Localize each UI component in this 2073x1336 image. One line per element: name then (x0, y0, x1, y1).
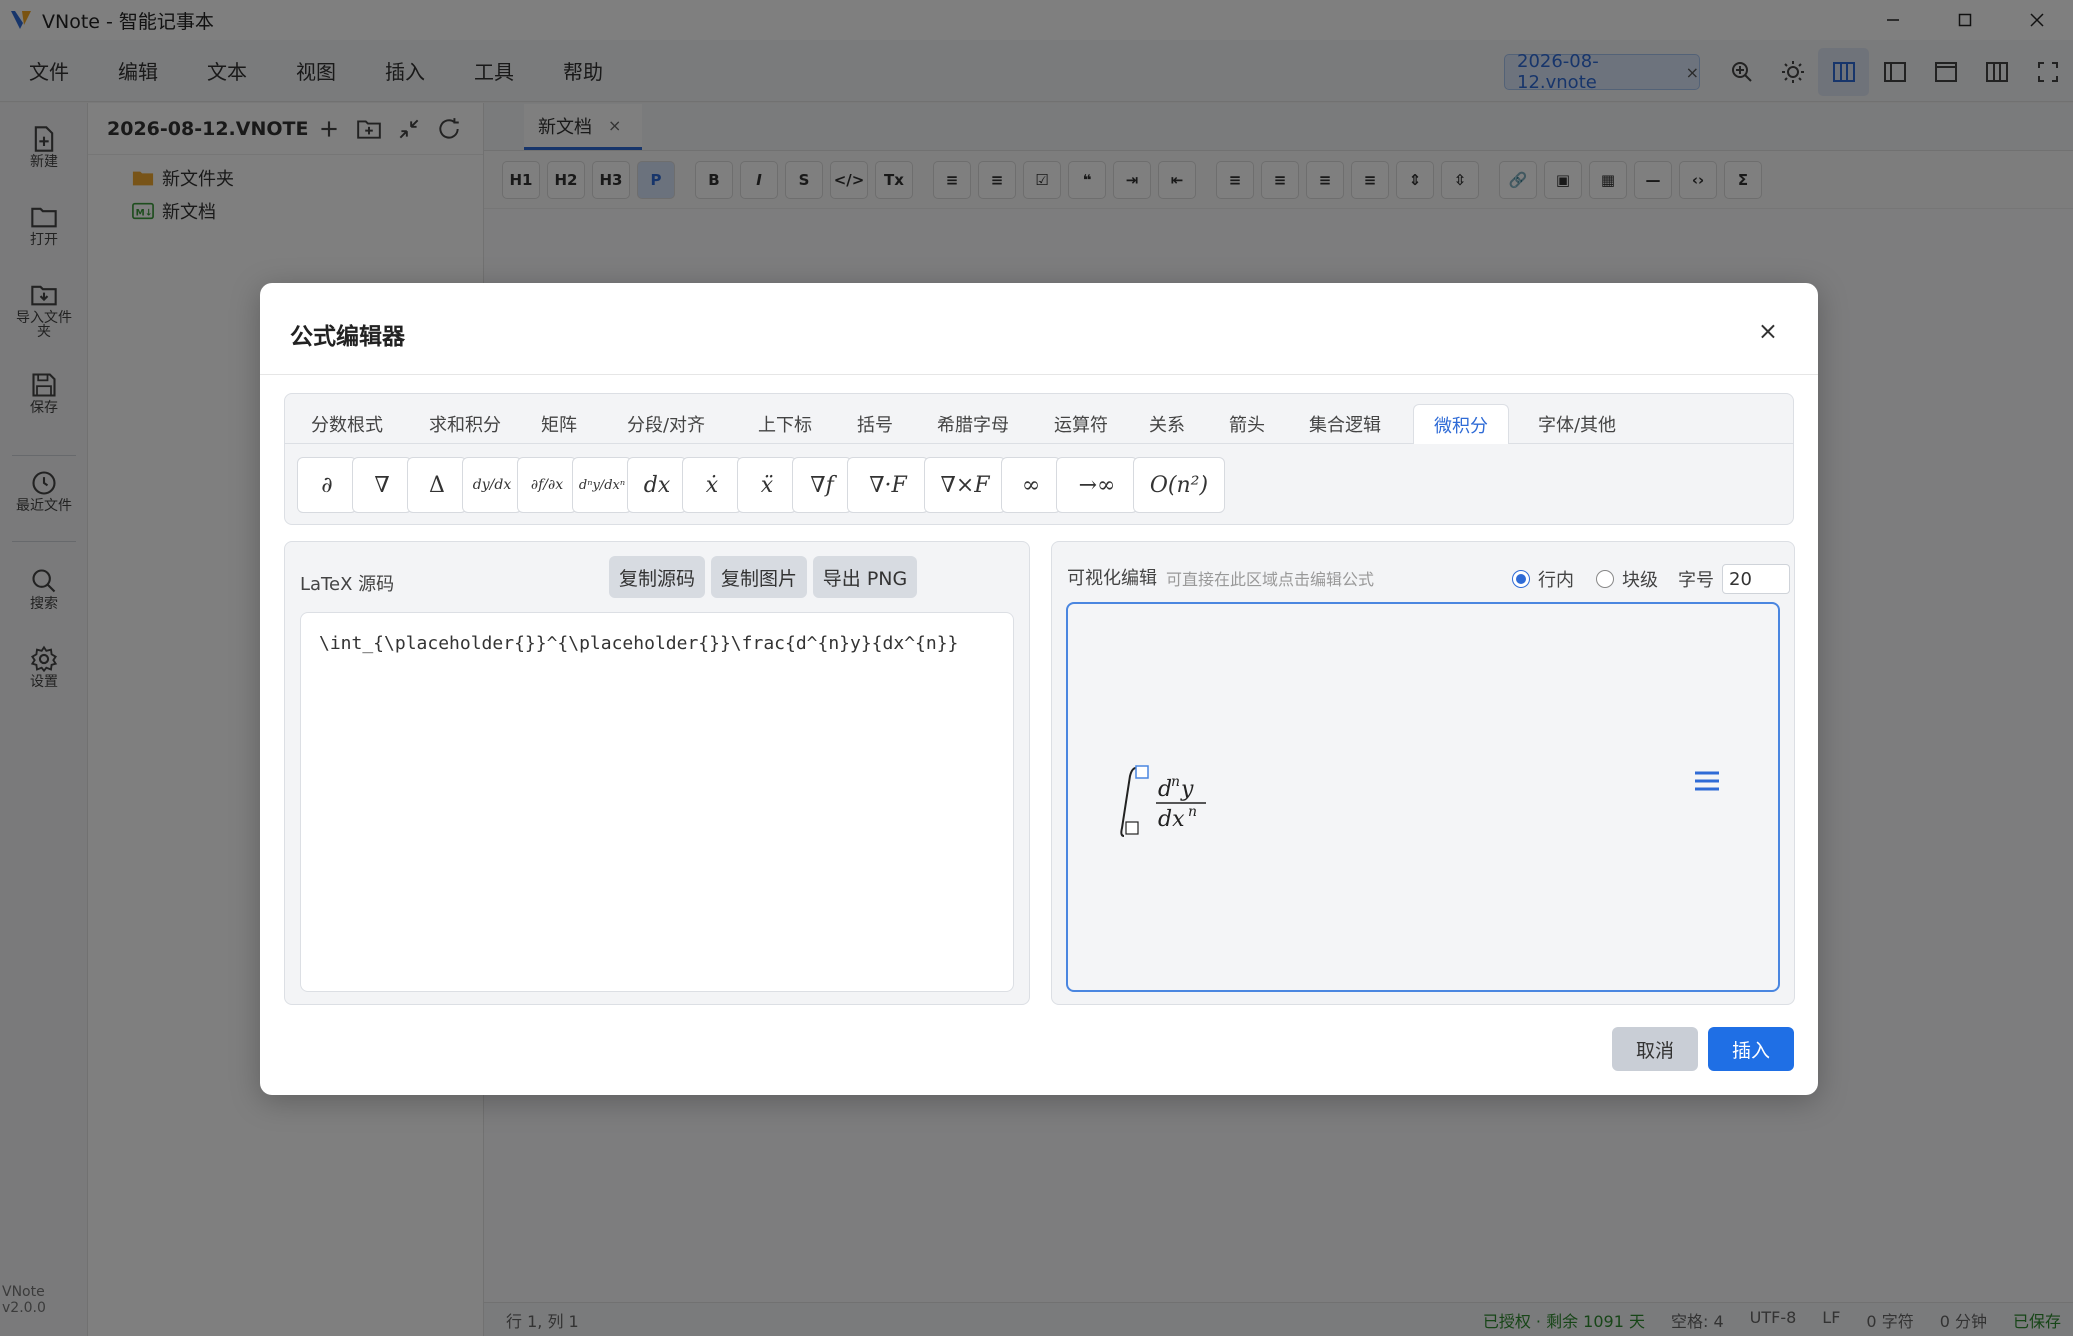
tab-fractions-roots[interactable]: 分数根式 (299, 404, 395, 444)
category-tabs: 分数根式 求和积分 矩阵 分段/对齐 上下标 括号 希腊字母 运算符 关系 箭头… (285, 394, 1793, 444)
copy-image-button[interactable]: 复制图片 (711, 556, 807, 598)
font-size-input[interactable]: 20 (1722, 564, 1790, 594)
symbol-dy-dx[interactable]: dy/dx (462, 457, 522, 513)
symbol-dx[interactable]: dx (627, 457, 687, 513)
copy-source-button[interactable]: 复制源码 (609, 556, 705, 598)
tab-fonts-other[interactable]: 字体/其他 (1521, 404, 1633, 444)
symbol-infinity[interactable]: ∞ (1001, 457, 1061, 513)
block-mode-radio[interactable] (1596, 570, 1614, 588)
latex-source-label: LaTeX 源码 (300, 574, 395, 595)
tab-operators[interactable]: 运算符 (1041, 404, 1121, 444)
dialog-close-icon[interactable]: × (1758, 317, 1778, 345)
symbol-nabla[interactable]: ∇ (352, 457, 412, 513)
lower-limit-placeholder[interactable] (1125, 821, 1139, 835)
tab-piecewise-align[interactable]: 分段/对齐 (611, 404, 721, 444)
tab-calculus[interactable]: 微积分 (1413, 404, 1509, 444)
visual-editor-label: 可视化编辑 (1067, 568, 1157, 589)
hamburger-menu-icon[interactable] (1694, 770, 1720, 792)
symbol-big-o[interactable]: O(n²) (1133, 457, 1225, 513)
symbol-divergence[interactable]: ∇·F (847, 457, 929, 513)
upper-limit-placeholder[interactable] (1135, 765, 1149, 779)
tab-greek-letters[interactable]: 希腊字母 (925, 404, 1021, 444)
svg-text:d: d (1158, 777, 1172, 802)
svg-text:n: n (1188, 804, 1197, 820)
tab-matrix[interactable]: 矩阵 (529, 404, 589, 444)
visual-editor-hint: 可直接在此区域点击编辑公式 (1166, 570, 1375, 589)
svg-text:n: n (1171, 774, 1180, 790)
symbol-palette: 分数根式 求和积分 矩阵 分段/对齐 上下标 括号 希腊字母 运算符 关系 箭头… (284, 393, 1794, 525)
svg-text:dx: dx (1158, 807, 1185, 832)
tab-arrows[interactable]: 箭头 (1217, 404, 1277, 444)
tab-brackets[interactable]: 括号 (845, 404, 905, 444)
inline-mode-label: 行内 (1538, 570, 1574, 591)
cancel-button[interactable]: 取消 (1612, 1027, 1698, 1071)
export-png-button[interactable]: 导出 PNG (813, 556, 917, 598)
symbol-nth-derivative[interactable]: dⁿy/dxⁿ (572, 457, 632, 513)
latex-source-panel: LaTeX 源码 复制源码 复制图片 导出 PNG \int_{\placeho… (284, 541, 1030, 1005)
insert-button[interactable]: 插入 (1708, 1027, 1794, 1071)
symbol-x-dot[interactable]: ẋ (682, 457, 742, 513)
tab-sets-logic[interactable]: 集合逻辑 (1297, 404, 1393, 444)
symbol-x-ddot[interactable]: ẍ (737, 457, 797, 513)
inline-mode-radio[interactable] (1512, 570, 1530, 588)
symbol-partial[interactable]: ∂ (297, 457, 357, 513)
symbol-delta[interactable]: Δ (407, 457, 467, 513)
visual-formula-editor[interactable]: d n y dx n (1066, 602, 1780, 992)
font-size-label: 字号 (1678, 570, 1714, 591)
svg-text:y: y (1180, 777, 1194, 802)
latex-source-textarea[interactable]: \int_{\placeholder{}}^{\placeholder{}}\f… (300, 612, 1014, 992)
block-mode-label: 块级 (1622, 570, 1658, 591)
formula-editor-dialog: 公式编辑器 × 分数根式 求和积分 矩阵 分段/对齐 上下标 括号 希腊字母 运… (260, 283, 1818, 1095)
visual-editor-panel: 可视化编辑 可直接在此区域点击编辑公式 行内 块级 字号 20 d n y dx… (1051, 541, 1795, 1005)
dialog-title: 公式编辑器 (290, 324, 405, 350)
symbol-partial-f-x[interactable]: ∂f/∂x (517, 457, 577, 513)
tab-sub-superscript[interactable]: 上下标 (745, 404, 825, 444)
tab-relations[interactable]: 关系 (1137, 404, 1197, 444)
rendered-formula: d n y dx n (1120, 765, 1206, 837)
tab-sums-integrals[interactable]: 求和积分 (417, 404, 513, 444)
symbol-to-infinity[interactable]: →∞ (1056, 457, 1138, 513)
symbol-gradient[interactable]: ∇f (792, 457, 852, 513)
symbol-curl[interactable]: ∇×F (924, 457, 1006, 513)
